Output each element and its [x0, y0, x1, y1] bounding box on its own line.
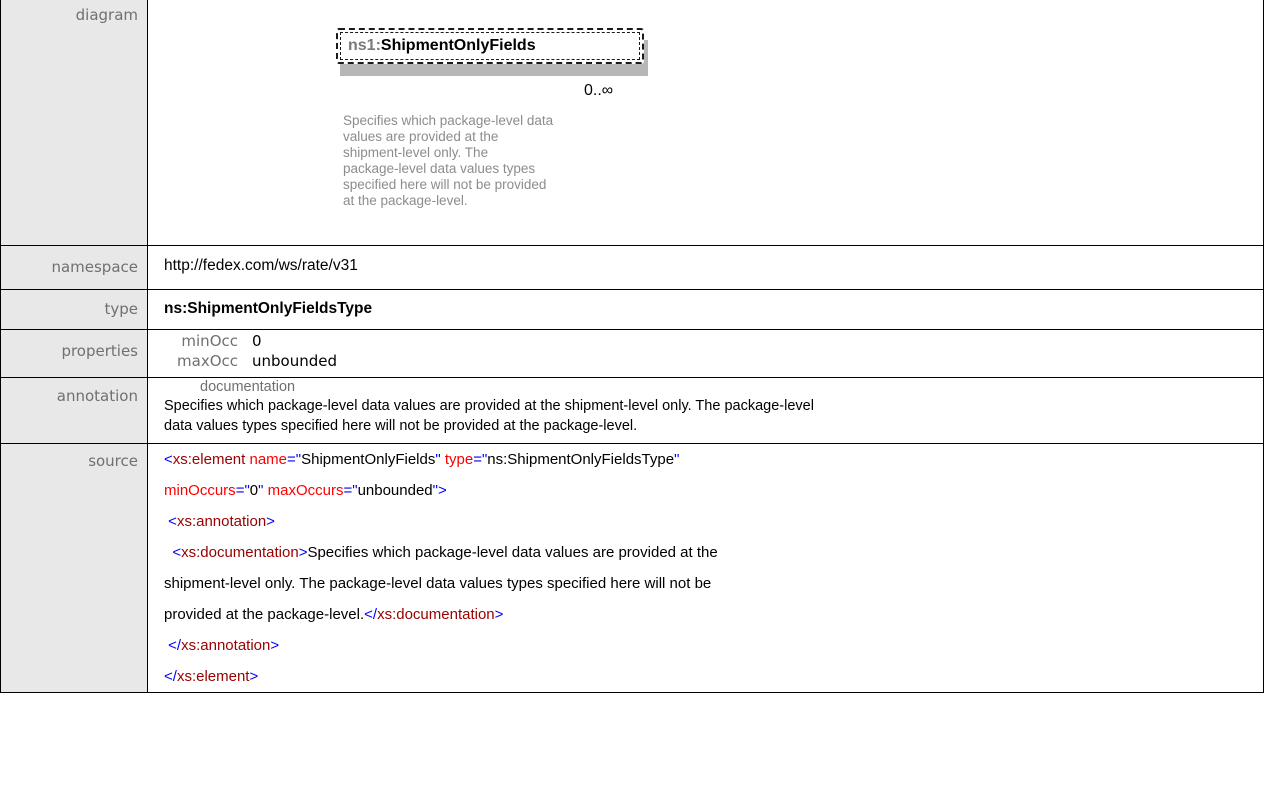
max-occurs-key: maxOcc: [177, 352, 238, 370]
properties-row: properties minOcc 0 maxOcc unbounded: [0, 329, 1264, 378]
properties-grid: minOcc 0 maxOcc unbounded: [148, 330, 1263, 377]
open-bracket: <: [168, 513, 177, 530]
properties-cell: minOcc 0 maxOcc unbounded: [147, 329, 1264, 378]
element-diagram: ns1:ShipmentOnlyFields 0..∞ Specifies wh…: [148, 0, 1263, 245]
source-line-4: <xs:documentation>Specifies which packag…: [164, 537, 1263, 568]
attr-value: ShipmentOnlyFields: [301, 451, 436, 468]
tag-name: xs:documentation: [377, 606, 495, 623]
diagram-row: diagram ns1:ShipmentOnlyFields 0..∞ Spec…: [0, 0, 1264, 246]
properties-label: properties: [0, 329, 148, 378]
namespace-row: namespace http://fedex.com/ws/rate/v31: [0, 245, 1264, 290]
attr-name: type: [444, 451, 474, 468]
source-line-1: <xs:element name="ShipmentOnlyFields" ty…: [164, 444, 1263, 475]
annotation-label: annotation: [0, 377, 148, 444]
open-bracket: </: [164, 668, 177, 685]
source-line-3: <xs:annotation>: [164, 506, 1263, 537]
attr-quote: ": [435, 451, 445, 468]
attr-name: name: [249, 451, 288, 468]
annotation-title: documentation: [200, 379, 296, 395]
min-occurs-key: minOcc: [181, 332, 238, 350]
diagram-doc-line: at the package-level.: [343, 193, 468, 208]
element-name[interactable]: ns1:ShipmentOnlyFields: [348, 37, 536, 55]
source-code: <xs:element name="ShipmentOnlyFields" ty…: [147, 443, 1264, 693]
attr-quote: ": [258, 482, 268, 499]
attr-value: ns:ShipmentOnlyFieldsType: [487, 451, 675, 468]
tag-name: xs:annotation: [176, 513, 267, 530]
diagram-doc-line: shipment-level only. The: [343, 145, 489, 160]
close-bracket: >: [494, 606, 504, 623]
annotation-row: annotation documentation Specifies which…: [0, 377, 1264, 444]
tag-name: xs:annotation: [181, 637, 271, 654]
open-bracket: <: [172, 544, 182, 561]
attr-quote: ": [674, 451, 680, 468]
attr-value: 0: [249, 482, 259, 499]
source-line-5: shipment-level only. The package-level d…: [164, 568, 1263, 599]
tag-name: xs:element: [172, 451, 246, 468]
doc-text: Specifies which package-level data value…: [307, 544, 718, 561]
attr-eq: =": [343, 482, 358, 499]
namespace-value: http://fedex.com/ws/rate/v31: [147, 245, 1264, 290]
close-bracket: >: [249, 668, 259, 685]
diagram-doc-line: Specifies which package-level data: [343, 113, 554, 128]
multiplicity-label: 0..∞: [584, 82, 614, 99]
diagram-doc-line: package-level data values types: [343, 161, 536, 176]
doc-text: provided at the package-level.: [164, 606, 365, 623]
attr-name: minOccurs: [164, 482, 236, 499]
open-bracket: </: [168, 637, 182, 654]
tag-name: xs:element: [176, 668, 250, 685]
open-bracket: </: [364, 606, 378, 623]
source-row: source <xs:element name="ShipmentOnlyFie…: [0, 443, 1264, 693]
annotation-text-line: data values types specified here will no…: [164, 418, 638, 434]
attr-eq: =": [473, 451, 488, 468]
type-row: type ns:ShipmentOnlyFieldsType: [0, 289, 1264, 330]
tag-name: xs:documentation: [181, 544, 299, 561]
diagram-doc-line: specified here will not be provided: [343, 177, 547, 192]
attr-value: unbounded: [357, 482, 433, 499]
source-line-7: </xs:annotation>: [164, 630, 1263, 661]
diagram-cell: ns1:ShipmentOnlyFields 0..∞ Specifies wh…: [147, 0, 1264, 246]
tag-close: ">: [432, 482, 447, 499]
attr-name: maxOccurs: [267, 482, 344, 499]
annotation-cell: documentation Specifies which package-le…: [147, 377, 1264, 444]
namespace-label: namespace: [0, 245, 148, 290]
close-bracket: >: [266, 513, 275, 530]
element-prefix: ns1:: [348, 37, 381, 54]
element-doc-table: diagram ns1:ShipmentOnlyFields 0..∞ Spec…: [0, 0, 1264, 693]
max-occurs-value: unbounded: [252, 352, 337, 370]
attr-eq: =": [287, 451, 302, 468]
annotation-text-line: Specifies which package-level data value…: [164, 398, 814, 414]
element-local-name: ShipmentOnlyFields: [380, 37, 536, 54]
diagram-documentation: Specifies which package-level data value…: [343, 113, 653, 209]
source-line-2: minOccurs="0" maxOccurs="unbounded">: [164, 475, 1263, 506]
min-occurs-value: 0: [252, 332, 262, 350]
open-bracket: <: [164, 451, 173, 468]
close-bracket: >: [270, 637, 280, 654]
type-value[interactable]: ns:ShipmentOnlyFieldsType: [147, 289, 1264, 330]
diagram-label: diagram: [0, 0, 148, 246]
doc-text: shipment-level only. The package-level d…: [164, 575, 712, 592]
source-line-6: provided at the package-level.</xs:docum…: [164, 599, 1263, 630]
type-label: type: [0, 289, 148, 330]
source-line-8: </xs:element>: [164, 661, 1263, 692]
source-label: source: [0, 443, 148, 693]
attr-eq: =": [235, 482, 250, 499]
diagram-doc-line: values are provided at the: [343, 129, 499, 144]
